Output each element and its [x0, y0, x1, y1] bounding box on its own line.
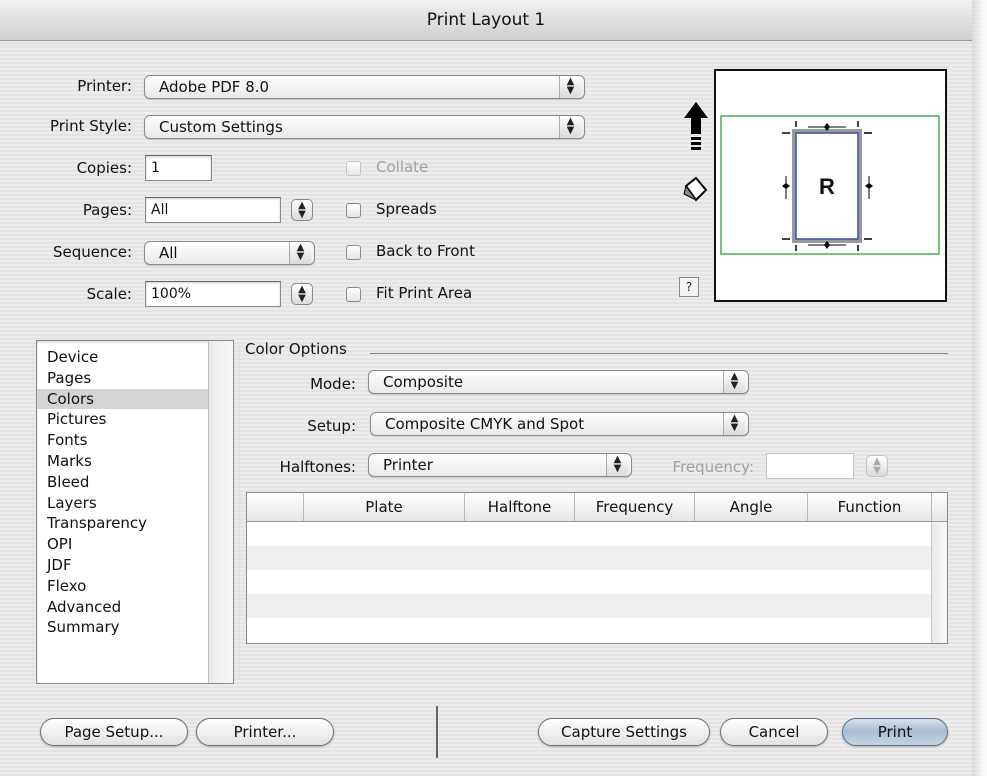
pages-menu-button[interactable]: ▲ ▼ [291, 199, 313, 221]
sequence-label: Sequence: [52, 243, 132, 261]
scale-label: Scale: [86, 285, 132, 303]
panel-item-marks[interactable]: Marks [37, 451, 209, 472]
panel-list-scrollbar[interactable] [208, 341, 233, 683]
panel-item-jdf[interactable]: JDF [37, 555, 209, 576]
page-letter: R [819, 174, 835, 199]
column-header-function[interactable]: Function [807, 493, 931, 521]
print-dialog: Print Layout 1 Printer: Adobe PDF 8.0 ▲ ▼… [0, 0, 987, 776]
color-options-title: Color Options [245, 340, 347, 358]
mode-label: Mode: [310, 375, 356, 393]
panel-item-flexo[interactable]: Flexo [37, 576, 209, 597]
frequency-field[interactable] [766, 453, 854, 479]
panel-item-pictures[interactable]: Pictures [37, 409, 209, 430]
table-row[interactable] [247, 570, 931, 594]
page-preview-drawing: R [720, 115, 940, 255]
scale-field[interactable]: 100% [145, 281, 281, 307]
frequency-stepper[interactable]: ▲ ▼ [866, 455, 888, 477]
table-header-corner [931, 493, 947, 521]
panel-item-bleed[interactable]: Bleed [37, 472, 209, 493]
printer-label: Printer: [77, 77, 132, 95]
copies-label: Copies: [76, 159, 132, 177]
spreads-checkbox[interactable] [346, 203, 361, 218]
column-header-angle[interactable]: Angle [694, 493, 807, 521]
panel-item-advanced[interactable]: Advanced [37, 597, 209, 618]
capture-settings-button[interactable]: Capture Settings [538, 718, 710, 746]
setup-popup[interactable]: Composite CMYK and Spot ▲ ▼ [370, 412, 749, 436]
panel-item-transparency[interactable]: Transparency [37, 513, 209, 534]
column-header-plate[interactable]: Plate [303, 493, 464, 521]
scale-menu-button[interactable]: ▲ ▼ [291, 283, 313, 305]
pages-label: Pages: [82, 201, 132, 219]
printer-popup[interactable]: Adobe PDF 8.0 ▲ ▼ [144, 75, 585, 99]
mode-popup[interactable]: Composite ▲ ▼ [368, 370, 749, 394]
popup-arrows-icon: ▲ ▼ [559, 116, 581, 138]
panel-list[interactable]: Device Pages Colors Pictures Fonts Marks Bleed… [36, 340, 234, 684]
spreads-label: Spreads [376, 200, 437, 218]
print-style-label: Print Style: [49, 117, 132, 135]
print-button[interactable]: Print [842, 718, 948, 746]
printer-value: Adobe PDF 8.0 [159, 78, 270, 96]
popup-arrows-icon: ▲ ▼ [289, 242, 311, 264]
copies-field[interactable]: 1 [145, 155, 212, 181]
plates-table: Plate Halftone Frequency Angle Function [246, 492, 948, 644]
back-to-front-label: Back to Front [376, 242, 475, 260]
panel-list-items: Device Pages Colors Pictures Fonts Marks Bleed… [37, 341, 209, 638]
help-button[interactable]: ? [679, 277, 699, 297]
frequency-label: Frequency: [672, 458, 754, 476]
popup-arrows-icon: ▲ ▼ [723, 413, 745, 435]
panel-item-fonts[interactable]: Fonts [37, 430, 209, 451]
button-separator [436, 706, 438, 758]
color-options-divider [370, 353, 948, 354]
window-edge-shadow [972, 0, 987, 776]
fit-print-area-label: Fit Print Area [376, 284, 473, 302]
table-row[interactable] [247, 546, 931, 570]
panel-item-opi[interactable]: OPI [37, 534, 209, 555]
sequence-popup[interactable]: All ▲ ▼ [144, 241, 315, 265]
panel-item-layers[interactable]: Layers [37, 493, 209, 514]
panel-item-pages[interactable]: Pages [37, 368, 209, 389]
halftones-label: Halftones: [279, 458, 356, 476]
pages-field[interactable]: All [145, 197, 281, 223]
setup-label: Setup: [307, 417, 356, 435]
halftones-popup[interactable]: Printer ▲ ▼ [368, 453, 632, 477]
table-row[interactable] [247, 618, 931, 642]
panel-item-device[interactable]: Device [37, 347, 209, 368]
setup-value: Composite CMYK and Spot [385, 415, 585, 433]
column-header-halftone[interactable]: Halftone [464, 493, 574, 521]
window-title: Print Layout 1 [0, 0, 972, 41]
printer-button[interactable]: Printer... [196, 718, 334, 746]
rotate-page-icon[interactable] [678, 174, 712, 208]
column-header-frequency[interactable]: Frequency [574, 493, 694, 521]
page-preview: R [714, 69, 947, 302]
sequence-value: All [159, 244, 178, 262]
print-style-popup[interactable]: Custom Settings ▲ ▼ [144, 115, 585, 139]
collate-label: Collate [376, 158, 429, 176]
plates-table-header: Plate Halftone Frequency Angle Function [247, 493, 947, 522]
popup-arrows-icon: ▲ ▼ [723, 371, 745, 393]
mode-value: Composite [383, 373, 464, 391]
table-row[interactable] [247, 594, 931, 618]
table-header-blank [247, 493, 303, 521]
print-style-value: Custom Settings [159, 118, 283, 136]
table-scrollbar[interactable] [931, 522, 947, 643]
halftones-value: Printer [383, 456, 433, 474]
back-to-front-checkbox[interactable] [346, 245, 361, 260]
panel-item-summary[interactable]: Summary [37, 617, 209, 638]
page-setup-button[interactable]: Page Setup... [40, 718, 188, 746]
panel-item-colors[interactable]: Colors [37, 388, 209, 410]
table-row[interactable] [247, 522, 931, 546]
up-arrow-icon[interactable] [682, 100, 710, 152]
collate-checkbox[interactable] [346, 161, 361, 176]
popup-arrows-icon: ▲ ▼ [559, 76, 581, 98]
fit-print-area-checkbox[interactable] [346, 287, 361, 302]
popup-arrows-icon: ▲ ▼ [606, 454, 628, 476]
cancel-button[interactable]: Cancel [720, 718, 828, 746]
